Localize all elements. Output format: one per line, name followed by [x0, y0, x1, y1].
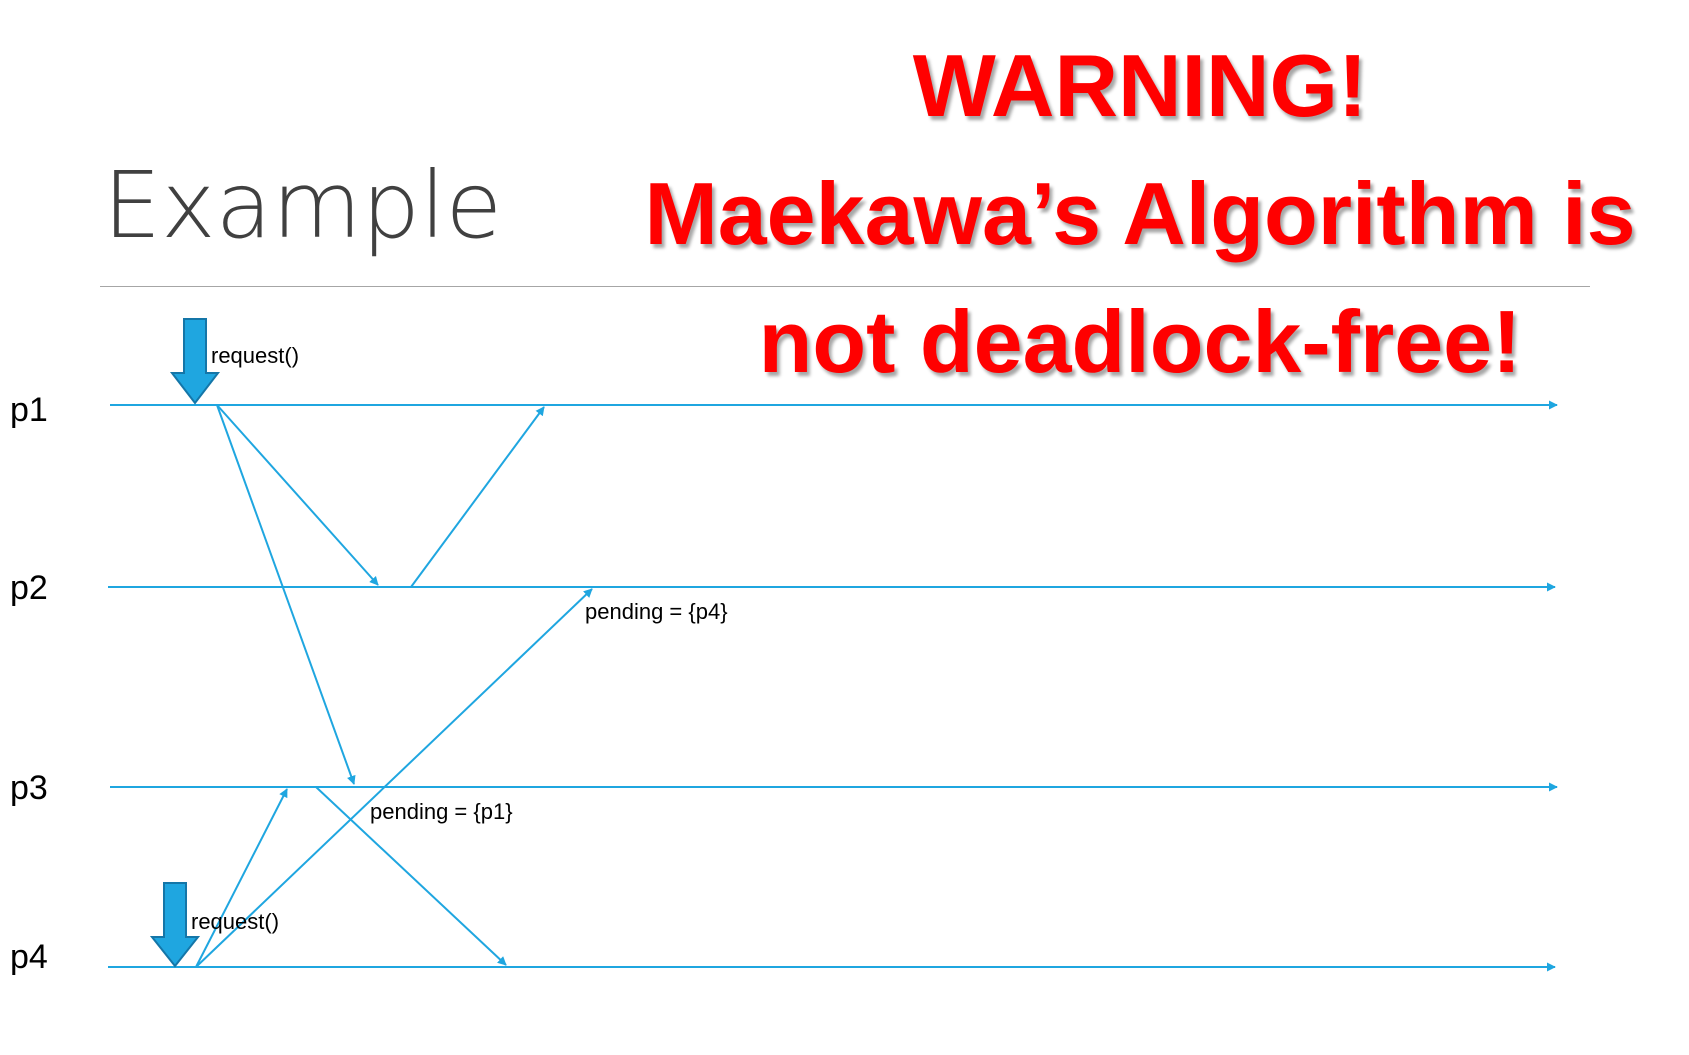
message-p4-to-p3 [195, 788, 288, 968]
warning-line-3: not deadlock-free! [758, 292, 1522, 391]
pending-label-p3: pending = {p1} [370, 799, 513, 824]
message-p1-to-p2 [216, 404, 379, 586]
warning-line-2: Maekawa’s Algorithm is [644, 164, 1636, 263]
warning-line-1: WARNING! [912, 36, 1368, 135]
message-p2-to-p1 [410, 406, 545, 588]
message-p1-to-p3 [216, 404, 356, 785]
pending-label-p2: pending = {p4} [585, 599, 728, 624]
request-label-p1: request() [211, 343, 299, 368]
request-label-p4: request() [191, 909, 279, 934]
warning-banner: WARNING! Maekawa’s Algorithm is not dead… [605, 22, 1675, 406]
